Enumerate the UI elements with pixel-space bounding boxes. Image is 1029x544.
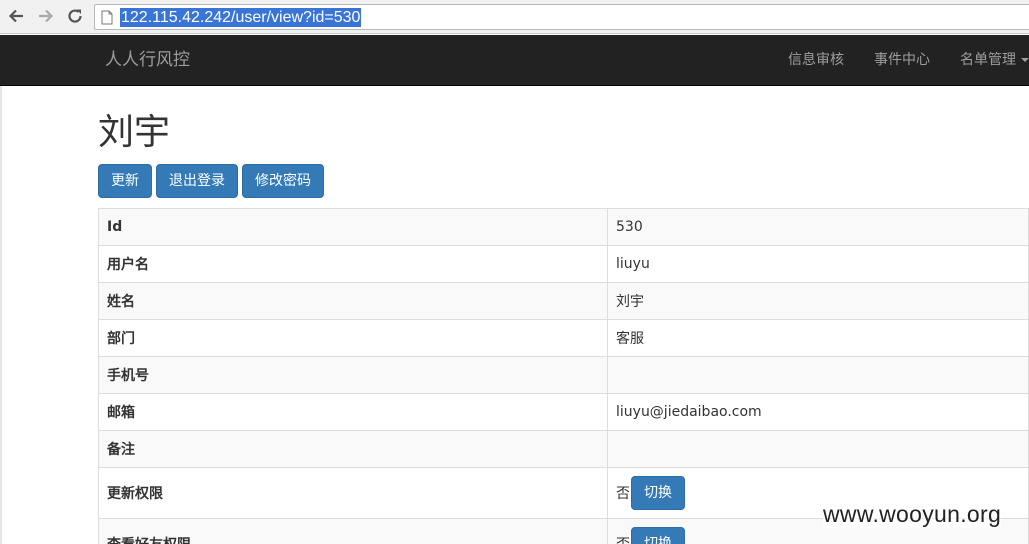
nav-info-review[interactable]: 信息审核 bbox=[788, 35, 844, 85]
row-value bbox=[607, 430, 1029, 468]
row-label: 邮箱 bbox=[98, 393, 608, 431]
row-label: Id bbox=[98, 208, 608, 246]
watermark-text: www.wooyun.org bbox=[823, 501, 1002, 528]
reload-button[interactable] bbox=[64, 5, 86, 27]
row-value: 530 bbox=[607, 208, 1029, 246]
toggle-view-friends-permission-button[interactable]: 切换 bbox=[631, 527, 685, 544]
permission-flag: 否 bbox=[616, 486, 630, 502]
caret-down-icon bbox=[1021, 58, 1029, 62]
arrow-left-icon bbox=[8, 9, 23, 23]
update-button[interactable]: 更新 bbox=[98, 164, 152, 198]
url-text[interactable]: 122.115.42.242/user/view?id=530 bbox=[120, 8, 362, 27]
back-button[interactable] bbox=[5, 5, 27, 27]
nav-event-center[interactable]: 事件中心 bbox=[874, 35, 930, 85]
address-bar[interactable]: 122.115.42.242/user/view?id=530 bbox=[94, 4, 1029, 30]
row-label: 部门 bbox=[98, 319, 608, 357]
logout-button[interactable]: 退出登录 bbox=[156, 164, 238, 198]
row-label: 用户名 bbox=[98, 245, 608, 283]
row-value: liuyu bbox=[607, 245, 1029, 283]
change-password-button[interactable]: 修改密码 bbox=[242, 164, 324, 198]
row-label: 备注 bbox=[98, 430, 608, 468]
page-icon bbox=[101, 10, 113, 25]
arrow-right-icon bbox=[39, 9, 54, 23]
forward-button[interactable] bbox=[35, 5, 57, 27]
page-left-border bbox=[0, 86, 2, 544]
page-title: 刘宇 bbox=[98, 112, 171, 153]
row-label: 姓名 bbox=[98, 282, 608, 320]
toggle-update-permission-button[interactable]: 切换 bbox=[631, 476, 685, 510]
table-row: Id 530 bbox=[98, 208, 1029, 246]
row-label: 手机号 bbox=[98, 356, 608, 394]
nav-list-management-label: 名单管理 bbox=[960, 52, 1016, 68]
row-value: liuyu@jiedaibao.com bbox=[607, 393, 1029, 431]
brand-logo[interactable]: 人人行风控 bbox=[105, 35, 190, 85]
row-value: 刘宇 bbox=[607, 282, 1029, 320]
user-detail-table: Id 530 用户名 liuyu 姓名 刘宇 部门 客服 手机号 邮箱 liuy… bbox=[98, 208, 1029, 544]
table-row: 手机号 bbox=[98, 356, 1029, 394]
row-label: 查看好友权限 bbox=[98, 518, 608, 544]
row-value bbox=[607, 356, 1029, 394]
app-navbar: 人人行风控 信息审核 事件中心 名单管理 bbox=[0, 35, 1029, 86]
reload-icon bbox=[68, 9, 82, 23]
table-row: 部门 客服 bbox=[98, 319, 1029, 357]
table-row: 备注 bbox=[98, 430, 1029, 468]
browser-toolbar: 122.115.42.242/user/view?id=530 bbox=[0, 0, 1029, 34]
table-row: 邮箱 liuyu@jiedaibao.com bbox=[98, 393, 1029, 431]
row-value: 客服 bbox=[607, 319, 1029, 357]
row-label: 更新权限 bbox=[98, 467, 608, 519]
nav-list-management[interactable]: 名单管理 bbox=[960, 35, 1029, 85]
table-row: 姓名 刘宇 bbox=[98, 282, 1029, 320]
permission-flag: 否 bbox=[616, 537, 630, 544]
table-row: 用户名 liuyu bbox=[98, 245, 1029, 283]
